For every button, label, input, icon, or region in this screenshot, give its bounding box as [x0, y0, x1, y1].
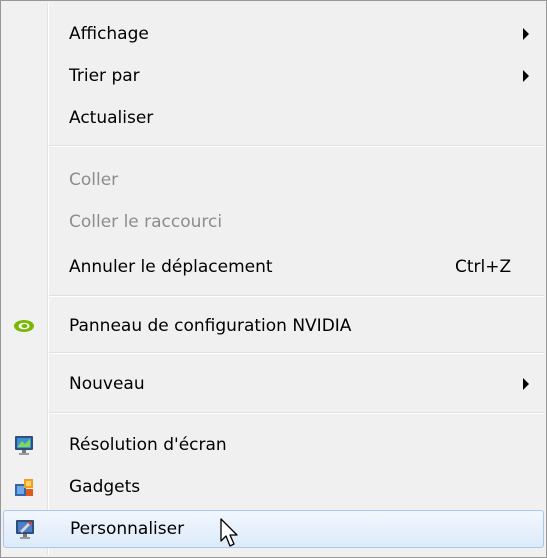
display-icon [12, 433, 36, 457]
menu-item-view[interactable]: Affichage [3, 15, 544, 53]
menu-item-label: Affichage [69, 24, 149, 44]
menu-item-label: Coller le raccourci [69, 212, 223, 232]
menu-item-personalize[interactable]: Personnaliser [3, 510, 544, 548]
mouse-cursor-icon [220, 518, 240, 552]
submenu-arrow-icon [523, 70, 529, 82]
menu-item-shortcut: Ctrl+Z [455, 257, 512, 277]
menu-item-paste[interactable]: Coller [3, 161, 544, 199]
menu-item-label: Nouveau [69, 374, 145, 394]
menu-item-undo-move[interactable]: Annuler le déplacement Ctrl+Z [3, 248, 544, 286]
desktop-context-menu: Affichage Trier par Actualiser Coller Co… [0, 0, 547, 558]
menu-separator [49, 352, 544, 354]
menu-item-label: Résolution d'écran [69, 435, 227, 455]
menu-item-new[interactable]: Nouveau [3, 365, 544, 403]
menu-item-screen-resolution[interactable]: Résolution d'écran [3, 426, 544, 464]
menu-item-label: Trier par [69, 66, 140, 86]
menu-item-label: Actualiser [69, 108, 154, 128]
menu-item-sort-by[interactable]: Trier par [3, 57, 544, 95]
menu-separator [49, 295, 544, 297]
nvidia-icon [12, 314, 36, 338]
menu-item-label: Annuler le déplacement [69, 257, 273, 277]
menu-separator [49, 412, 544, 414]
personalize-icon [13, 517, 37, 541]
menu-item-gadgets[interactable]: Gadgets [3, 468, 544, 506]
gadgets-icon [12, 475, 36, 499]
menu-separator [49, 145, 544, 147]
submenu-arrow-icon [523, 28, 529, 40]
menu-item-label: Gadgets [69, 477, 141, 497]
menu-item-label: Coller [69, 170, 119, 190]
menu-item-label: Personnaliser [70, 519, 185, 539]
menu-item-paste-shortcut[interactable]: Coller le raccourci [3, 203, 544, 241]
menu-item-label: Panneau de configuration NVIDIA [69, 316, 352, 336]
submenu-arrow-icon [523, 378, 529, 390]
menu-item-nvidia-panel[interactable]: Panneau de configuration NVIDIA [3, 307, 544, 345]
menu-item-refresh[interactable]: Actualiser [3, 99, 544, 137]
